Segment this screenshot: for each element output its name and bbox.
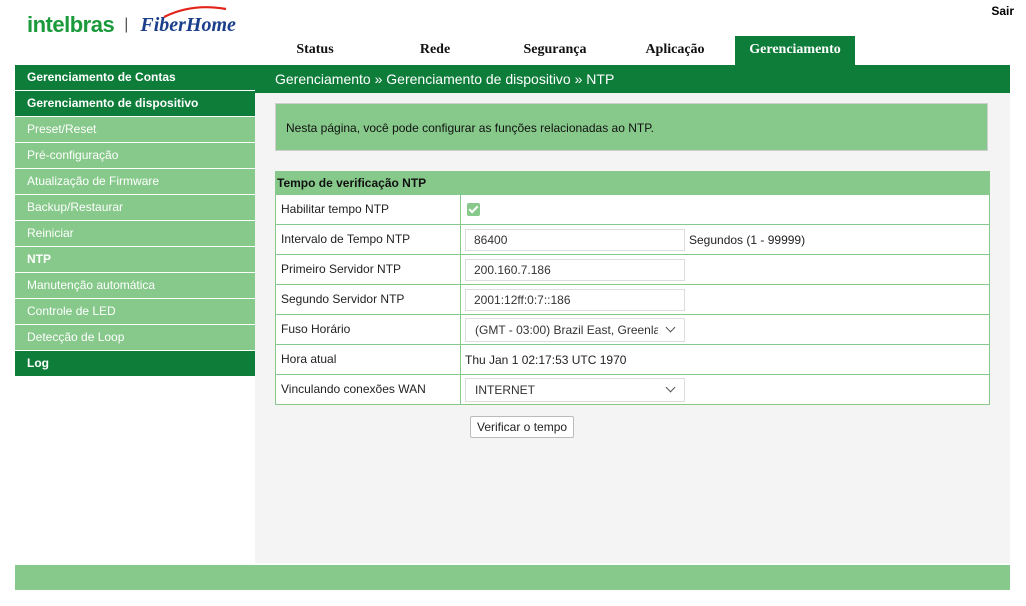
ntp-section: Tempo de verificação NTP Habilitar tempo…	[275, 171, 990, 451]
row-enable-ntp: Habilitar tempo NTP	[275, 195, 990, 225]
current-time-label: Hora atual	[275, 345, 461, 374]
sidebar-item-ntp[interactable]: NTP	[15, 247, 255, 273]
sidebar-item-backup-restaurar[interactable]: Backup/Restaurar	[15, 195, 255, 221]
sidebar-item-manutencao-automatica[interactable]: Manutenção automática	[15, 273, 255, 299]
logout-link[interactable]: Sair	[991, 4, 1014, 18]
wan-binding-select[interactable]: INTERNET	[465, 377, 685, 402]
logo-fiberhome: FiberHome	[140, 5, 236, 37]
sidebar-item-atualizacao-de-firmware[interactable]: Atualização de Firmware	[15, 169, 255, 195]
sidebar-item-preset-reset[interactable]: Preset/Reset	[15, 117, 255, 143]
enable-ntp-checkbox[interactable]	[467, 203, 480, 216]
ntp-server2-label: Segundo Servidor NTP	[275, 285, 461, 314]
ntp-interval-label: Intervalo de Tempo NTP	[275, 225, 461, 254]
sidebar-item-pre-configuracao[interactable]: Pré-configuração	[15, 143, 255, 169]
info-box: Nesta página, você pode configurar as fu…	[275, 103, 988, 151]
wan-binding-label: Vinculando conexões WAN	[275, 375, 461, 404]
timezone-label: Fuso Horário	[275, 315, 461, 344]
timezone-selected-value: (GMT - 03:00) Brazil East, Greenland	[475, 322, 674, 337]
ntp-interval-input[interactable]	[465, 228, 685, 251]
brand-logo: intelbras | FiberHome	[27, 5, 236, 40]
breadcrumb: Gerenciamento » Gerenciamento de disposi…	[275, 71, 615, 87]
button-area: Verificar o tempo	[275, 405, 990, 451]
timezone-select[interactable]: (GMT - 03:00) Brazil East, Greenland	[465, 317, 685, 342]
sidebar-item-log[interactable]: Log	[15, 351, 255, 377]
tab-status[interactable]: Status	[255, 36, 375, 65]
ntp-server2-input[interactable]	[465, 288, 685, 311]
current-time-value: Thu Jan 1 02:17:53 UTC 1970	[461, 345, 990, 374]
sidebar-item-gerenciamento-de-contas[interactable]: Gerenciamento de Contas	[15, 65, 255, 91]
tab-seguranca[interactable]: Segurança	[495, 36, 615, 65]
row-timezone: Fuso Horário (GMT - 03:00) Brazil East, …	[275, 315, 990, 345]
row-ntp-server1: Primeiro Servidor NTP	[275, 255, 990, 285]
row-current-time: Hora atual Thu Jan 1 02:17:53 UTC 1970	[275, 345, 990, 375]
row-ntp-interval: Intervalo de Tempo NTP Segundos (1 - 999…	[275, 225, 990, 255]
logo-separator: |	[124, 16, 129, 33]
verify-time-button[interactable]: Verificar o tempo	[470, 416, 575, 438]
tab-rede[interactable]: Rede	[375, 36, 495, 65]
ntp-interval-unit: Segundos (1 - 99999)	[689, 232, 806, 247]
footer-bar	[15, 565, 1010, 590]
row-wan-binding: Vinculando conexões WAN INTERNET	[275, 375, 990, 405]
logo-swoosh-icon	[163, 5, 227, 18]
logo-intelbras: intelbras	[27, 12, 115, 37]
tab-gerenciamento[interactable]: Gerenciamento	[735, 36, 855, 65]
wan-binding-selected-value: INTERNET	[475, 382, 535, 397]
sidebar-item-reiniciar[interactable]: Reiniciar	[15, 221, 255, 247]
ntp-server1-input[interactable]	[465, 258, 685, 281]
sidebar: Gerenciamento de Contas Gerenciamento de…	[15, 65, 255, 377]
top-navigation: Status Rede Segurança Aplicação Gerencia…	[255, 36, 855, 65]
info-text: Nesta página, você pode configurar as fu…	[286, 121, 655, 135]
sidebar-item-deteccao-de-loop[interactable]: Detecção de Loop	[15, 325, 255, 351]
row-ntp-server2: Segundo Servidor NTP	[275, 285, 990, 315]
tab-aplicacao[interactable]: Aplicação	[615, 36, 735, 65]
chevron-down-icon	[665, 382, 676, 392]
enable-ntp-label: Habilitar tempo NTP	[275, 195, 461, 224]
section-title: Tempo de verificação NTP	[275, 171, 990, 195]
ntp-server1-label: Primeiro Servidor NTP	[275, 255, 461, 284]
sidebar-item-gerenciamento-de-dispositivo[interactable]: Gerenciamento de dispositivo	[15, 91, 255, 117]
sidebar-item-controle-de-led[interactable]: Controle de LED	[15, 299, 255, 325]
